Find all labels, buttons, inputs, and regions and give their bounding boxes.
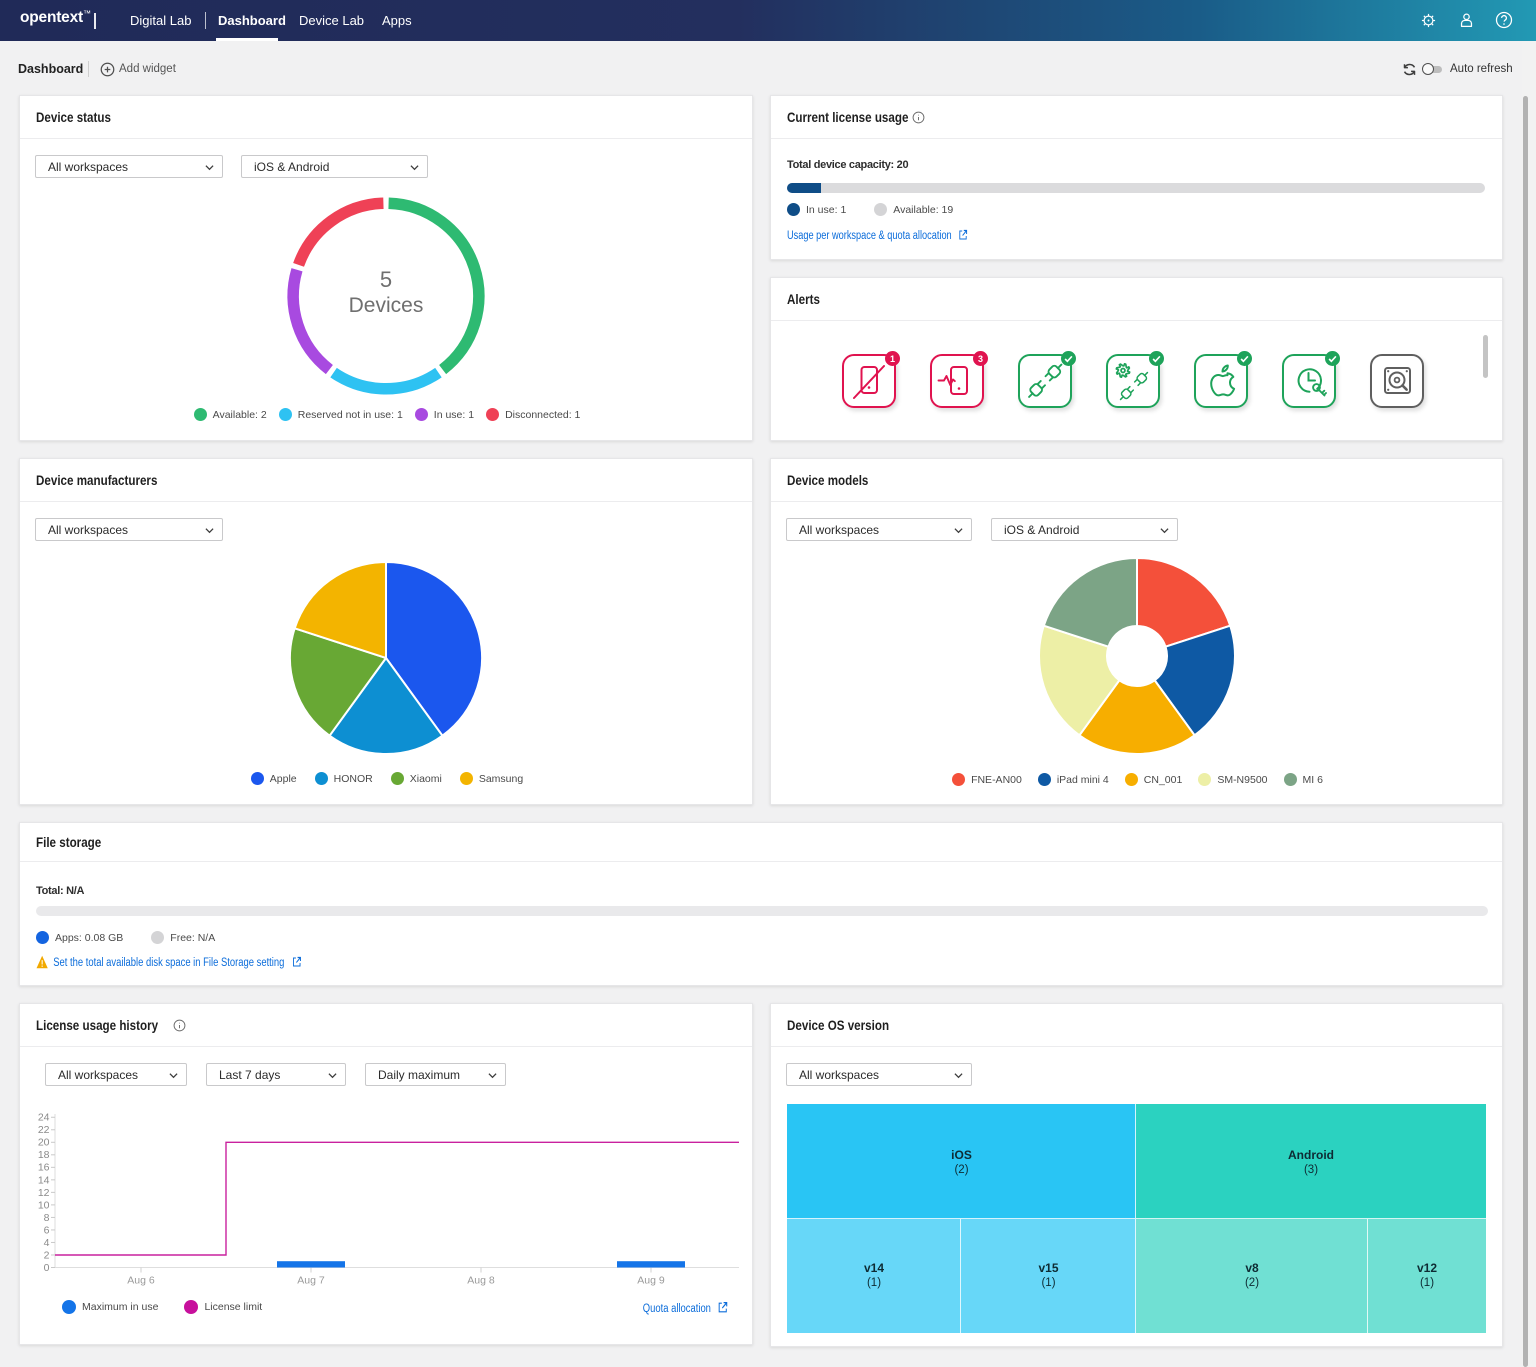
svg-text:Aug 7: Aug 7 xyxy=(297,1275,325,1287)
svg-text:22: 22 xyxy=(38,1124,50,1136)
svg-text:18: 18 xyxy=(38,1149,50,1161)
svg-text:Aug 8: Aug 8 xyxy=(467,1275,495,1287)
svg-text:12: 12 xyxy=(38,1187,50,1199)
svg-text:20: 20 xyxy=(38,1137,50,1149)
svg-text:0: 0 xyxy=(44,1262,50,1274)
svg-text:6: 6 xyxy=(44,1224,50,1236)
svg-text:24: 24 xyxy=(38,1112,50,1124)
svg-text:2: 2 xyxy=(44,1249,50,1261)
svg-text:8: 8 xyxy=(44,1212,50,1224)
svg-text:4: 4 xyxy=(44,1237,50,1249)
svg-text:10: 10 xyxy=(38,1199,50,1211)
svg-text:Aug 6: Aug 6 xyxy=(127,1275,155,1287)
svg-text:Aug 9: Aug 9 xyxy=(637,1275,665,1287)
svg-text:14: 14 xyxy=(38,1174,50,1186)
svg-text:16: 16 xyxy=(38,1162,50,1174)
